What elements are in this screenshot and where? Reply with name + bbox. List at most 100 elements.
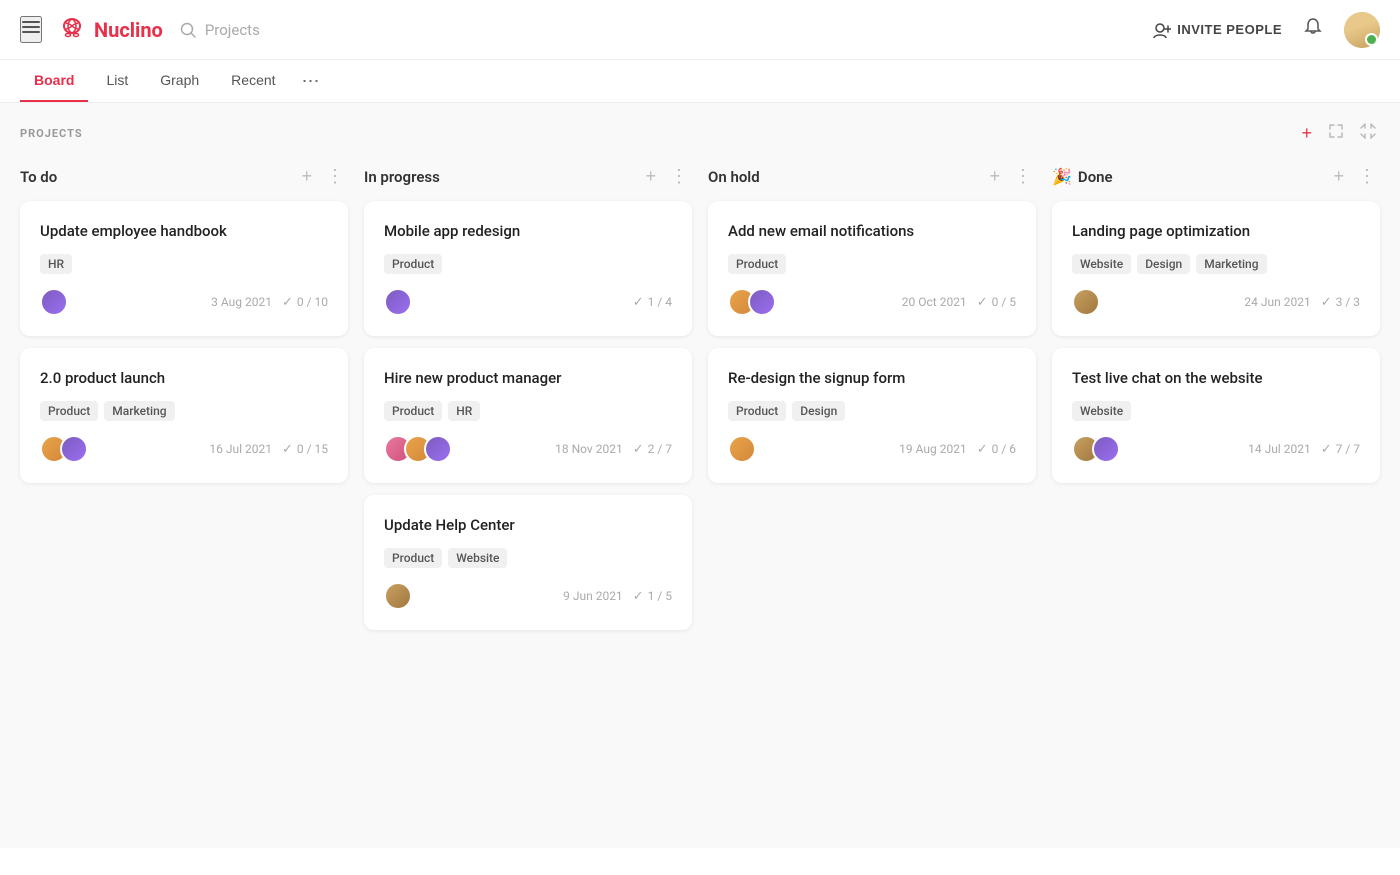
check-icon: ✓ xyxy=(1321,442,1332,457)
card-date: 3 Aug 2021 xyxy=(211,295,272,309)
notifications-button[interactable] xyxy=(1302,16,1324,44)
card-email-notifications[interactable]: Add new email notifications Product 20 O… xyxy=(708,201,1036,336)
tab-list[interactable]: List xyxy=(92,60,142,102)
column-inprogress-add[interactable]: + xyxy=(641,164,660,189)
card-live-chat[interactable]: Test live chat on the website Website 14… xyxy=(1052,348,1380,483)
column-inprogress-menu[interactable]: ⋮ xyxy=(666,164,692,189)
card-check: ✓ 7 / 7 xyxy=(1321,442,1360,457)
card-avatars xyxy=(384,582,412,610)
card-footer: 24 Jun 2021 ✓ 3 / 3 xyxy=(1072,288,1360,316)
column-todo-add[interactable]: + xyxy=(297,164,316,189)
column-done: 🎉 Done + ⋮ Landing page optimization Web… xyxy=(1052,164,1380,495)
card-update-employee-handbook[interactable]: Update employee handbook HR 3 Aug 2021 ✓ xyxy=(20,201,348,336)
check-icon: ✓ xyxy=(282,442,293,457)
user-avatar[interactable] xyxy=(1344,12,1380,48)
invite-icon xyxy=(1153,21,1171,39)
card-title: Test live chat on the website xyxy=(1072,368,1360,389)
card-update-help-center[interactable]: Update Help Center Product Website 9 Jun… xyxy=(364,495,692,630)
card-signup-form[interactable]: Re-design the signup form Product Design… xyxy=(708,348,1036,483)
card-footer: 20 Oct 2021 ✓ 0 / 5 xyxy=(728,288,1016,316)
card-date: 16 Jul 2021 xyxy=(209,442,272,456)
card-tags: HR xyxy=(40,254,328,274)
column-inprogress: In progress + ⋮ Mobile app redesign Prod… xyxy=(364,164,692,642)
card-product-launch[interactable]: 2.0 product launch Product Marketing 16 … xyxy=(20,348,348,483)
tag-product: Product xyxy=(384,254,442,274)
kanban-board: To do + ⋮ Update employee handbook HR xyxy=(20,164,1380,642)
invite-label: INVITE PEOPLE xyxy=(1177,22,1282,37)
avatar xyxy=(60,435,88,463)
tag-design: Design xyxy=(792,401,845,421)
column-onhold-add[interactable]: + xyxy=(985,164,1004,189)
collapse-button[interactable] xyxy=(1356,119,1380,148)
search-placeholder: Projects xyxy=(205,21,260,39)
card-title: Hire new product manager xyxy=(384,368,672,389)
avatar xyxy=(1092,435,1120,463)
column-done-add[interactable]: + xyxy=(1329,164,1348,189)
check-icon: ✓ xyxy=(633,589,644,604)
check-icon: ✓ xyxy=(282,295,293,310)
card-mobile-redesign[interactable]: Mobile app redesign Product ✓ 1 / 4 xyxy=(364,201,692,336)
card-avatars xyxy=(40,435,88,463)
card-avatars xyxy=(1072,288,1100,316)
expand-button[interactable] xyxy=(1324,119,1348,148)
avatar xyxy=(40,288,68,316)
card-avatars xyxy=(384,435,452,463)
board-header: PROJECTS + xyxy=(20,119,1380,148)
card-landing-page[interactable]: Landing page optimization Website Design… xyxy=(1052,201,1380,336)
menu-button[interactable] xyxy=(20,16,42,43)
column-done-emoji: 🎉 xyxy=(1052,167,1072,186)
column-onhold-menu[interactable]: ⋮ xyxy=(1010,164,1036,189)
tag-product: Product xyxy=(384,401,442,421)
card-meta: 9 Jun 2021 ✓ 1 / 5 xyxy=(563,589,672,604)
card-meta: ✓ 1 / 4 xyxy=(633,295,672,310)
tab-graph[interactable]: Graph xyxy=(146,60,213,102)
search-icon xyxy=(179,21,197,39)
card-footer: 3 Aug 2021 ✓ 0 / 10 xyxy=(40,288,328,316)
card-avatars xyxy=(384,288,412,316)
tag-product: Product xyxy=(728,254,786,274)
tab-board[interactable]: Board xyxy=(20,60,88,102)
column-inprogress-header: In progress + ⋮ xyxy=(364,164,692,189)
card-avatars xyxy=(728,288,776,316)
card-footer: 19 Aug 2021 ✓ 0 / 6 xyxy=(728,435,1016,463)
card-date: 18 Nov 2021 xyxy=(555,442,623,456)
logo[interactable]: Nuclino xyxy=(58,13,163,47)
header-left: Nuclino Projects xyxy=(20,13,1153,47)
tag-website: Website xyxy=(1072,254,1131,274)
card-meta: 19 Aug 2021 ✓ 0 / 6 xyxy=(899,442,1016,457)
card-meta: 16 Jul 2021 ✓ 0 / 15 xyxy=(209,442,328,457)
card-date: 9 Jun 2021 xyxy=(563,589,623,603)
bell-icon xyxy=(1302,16,1324,38)
card-tags: Product Website xyxy=(384,548,672,568)
user-face xyxy=(1344,12,1380,48)
app-header: Nuclino Projects INVITE PEOPLE xyxy=(0,0,1400,60)
board-area: PROJECTS + xyxy=(0,103,1400,848)
check-icon: ✓ xyxy=(633,295,644,310)
card-check: ✓ 0 / 5 xyxy=(977,295,1016,310)
tabs-more-button[interactable]: ⋯ xyxy=(294,61,328,102)
column-todo-menu[interactable]: ⋮ xyxy=(322,164,348,189)
tag-design: Design xyxy=(1137,254,1190,274)
avatar xyxy=(424,435,452,463)
card-avatars xyxy=(728,435,756,463)
collapse-icon xyxy=(1360,123,1376,139)
logo-text: Nuclino xyxy=(94,18,163,42)
card-hire-product-manager[interactable]: Hire new product manager Product HR 18 N… xyxy=(364,348,692,483)
column-done-header: 🎉 Done + ⋮ xyxy=(1052,164,1380,189)
tag-hr: HR xyxy=(40,254,72,274)
tab-recent[interactable]: Recent xyxy=(217,60,289,102)
card-check: ✓ 3 / 3 xyxy=(1321,295,1360,310)
card-meta: 14 Jul 2021 ✓ 7 / 7 xyxy=(1248,442,1360,457)
expand-icon xyxy=(1328,123,1344,139)
search-bar[interactable]: Projects xyxy=(179,21,260,39)
tag-product: Product xyxy=(384,548,442,568)
add-item-button[interactable]: + xyxy=(1297,119,1316,148)
tag-marketing: Marketing xyxy=(104,401,174,421)
card-date: 19 Aug 2021 xyxy=(899,442,967,456)
card-meta: 3 Aug 2021 ✓ 0 / 10 xyxy=(211,295,328,310)
invite-people-button[interactable]: INVITE PEOPLE xyxy=(1153,21,1282,39)
card-check: ✓ 0 / 6 xyxy=(977,442,1016,457)
card-title: Mobile app redesign xyxy=(384,221,672,242)
column-onhold-header: On hold + ⋮ xyxy=(708,164,1036,189)
column-done-menu[interactable]: ⋮ xyxy=(1354,164,1380,189)
